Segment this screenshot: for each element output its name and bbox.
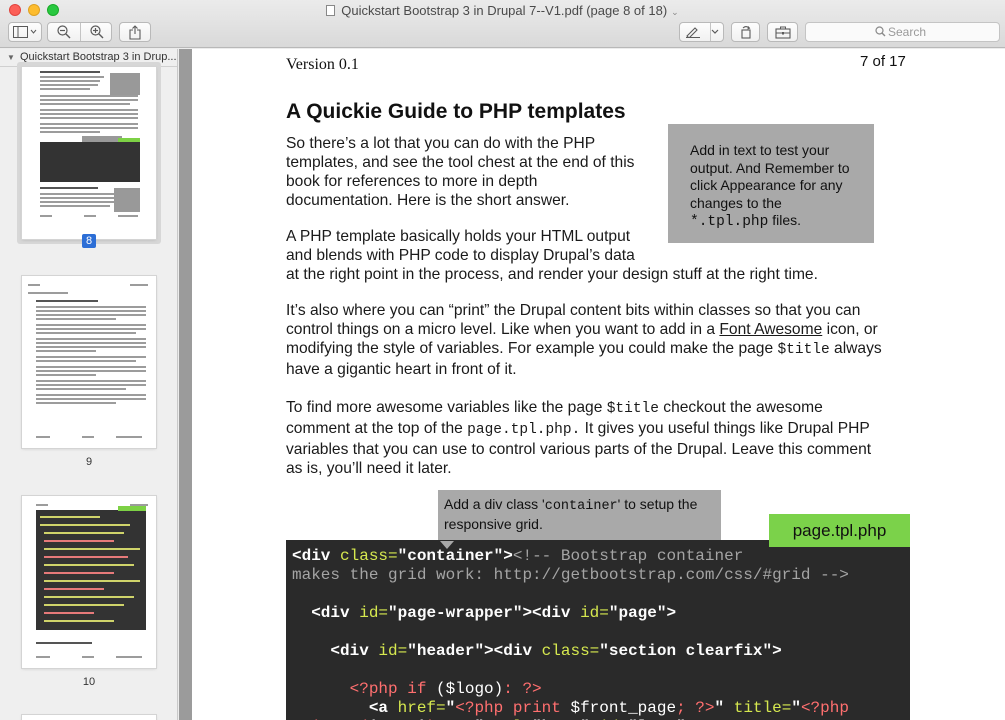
paragraph-php-template: A PHP template basically holds your HTML… [286,228,818,283]
pen-icon [685,27,700,38]
pdf-page: Version 0.1 7 of 17 A Quickie Guide to P… [192,49,1005,720]
page-thumbnail-10[interactable] [22,496,156,668]
chevron-down-icon [711,29,718,34]
tip-note-box: Add in text to test your output. And Rem… [668,124,874,243]
page-thumbnail-8[interactable] [22,67,156,239]
markup-toolbar-button[interactable] [767,22,798,42]
code-block: <div class="container"><!-- Bootstrap co… [286,540,910,720]
font-awesome-link[interactable]: Font Awesome [719,321,822,338]
window-title-text: Quickstart Bootstrap 3 in Drupal 7--V1.p… [341,3,668,18]
rotate-button[interactable] [731,22,760,42]
zoom-in-icon [89,25,103,39]
document-view[interactable]: Version 0.1 7 of 17 A Quickie Guide to P… [179,49,1005,720]
section-heading: A Quickie Guide to PHP templates [286,100,626,123]
rotate-icon [740,25,751,39]
page-number-label: 9 [85,456,93,468]
zoom-out-button[interactable] [48,23,80,41]
pdf-document-icon [326,5,336,16]
paragraph-intro: So there’s a lot that you can do with th… [286,135,635,209]
search-input[interactable] [888,24,996,40]
disclosure-triangle-icon[interactable]: ▼ [7,49,15,66]
page-thumbnail-9[interactable] [22,276,156,448]
page-count-header: 7 of 17 [860,53,906,70]
paragraph-variables: To find more awesome variables like the … [286,399,872,477]
code-filename-tag: page.tpl.php [769,514,910,547]
zoom-out-icon [57,25,71,39]
container-callout: Add a div class 'container' to setup the… [438,490,721,541]
sidebar-icon [13,26,37,38]
toolbox-icon [774,26,791,39]
markup-pen-button[interactable] [679,22,724,42]
callout-pointer [440,541,454,549]
zoom-control [47,22,112,42]
page-thumbnail-11[interactable] [22,715,156,720]
window-toolbar: Quickstart Bootstrap 3 in Drupal 7--V1.p… [0,0,1005,48]
share-icon [129,24,141,40]
share-button[interactable] [119,22,151,42]
window-title: Quickstart Bootstrap 3 in Drupal 7--V1.p… [0,2,1005,21]
page-number-label: 8 [0,234,177,248]
zoom-in-button[interactable] [81,23,112,41]
page-number-label: 10 [82,676,96,688]
sidebar-view-button[interactable] [8,22,42,42]
page-version-header: Version 0.1 [286,56,359,73]
search-icon [875,26,886,37]
search-field[interactable] [805,22,1000,42]
paragraph-print-content: It’s also where you can “print” the Drup… [286,302,882,378]
thumbnail-sidebar: ▼ Quickstart Bootstrap 3 in Drup... 8 9 … [0,49,178,720]
chevron-down-icon[interactable]: ⌄ [671,7,679,17]
